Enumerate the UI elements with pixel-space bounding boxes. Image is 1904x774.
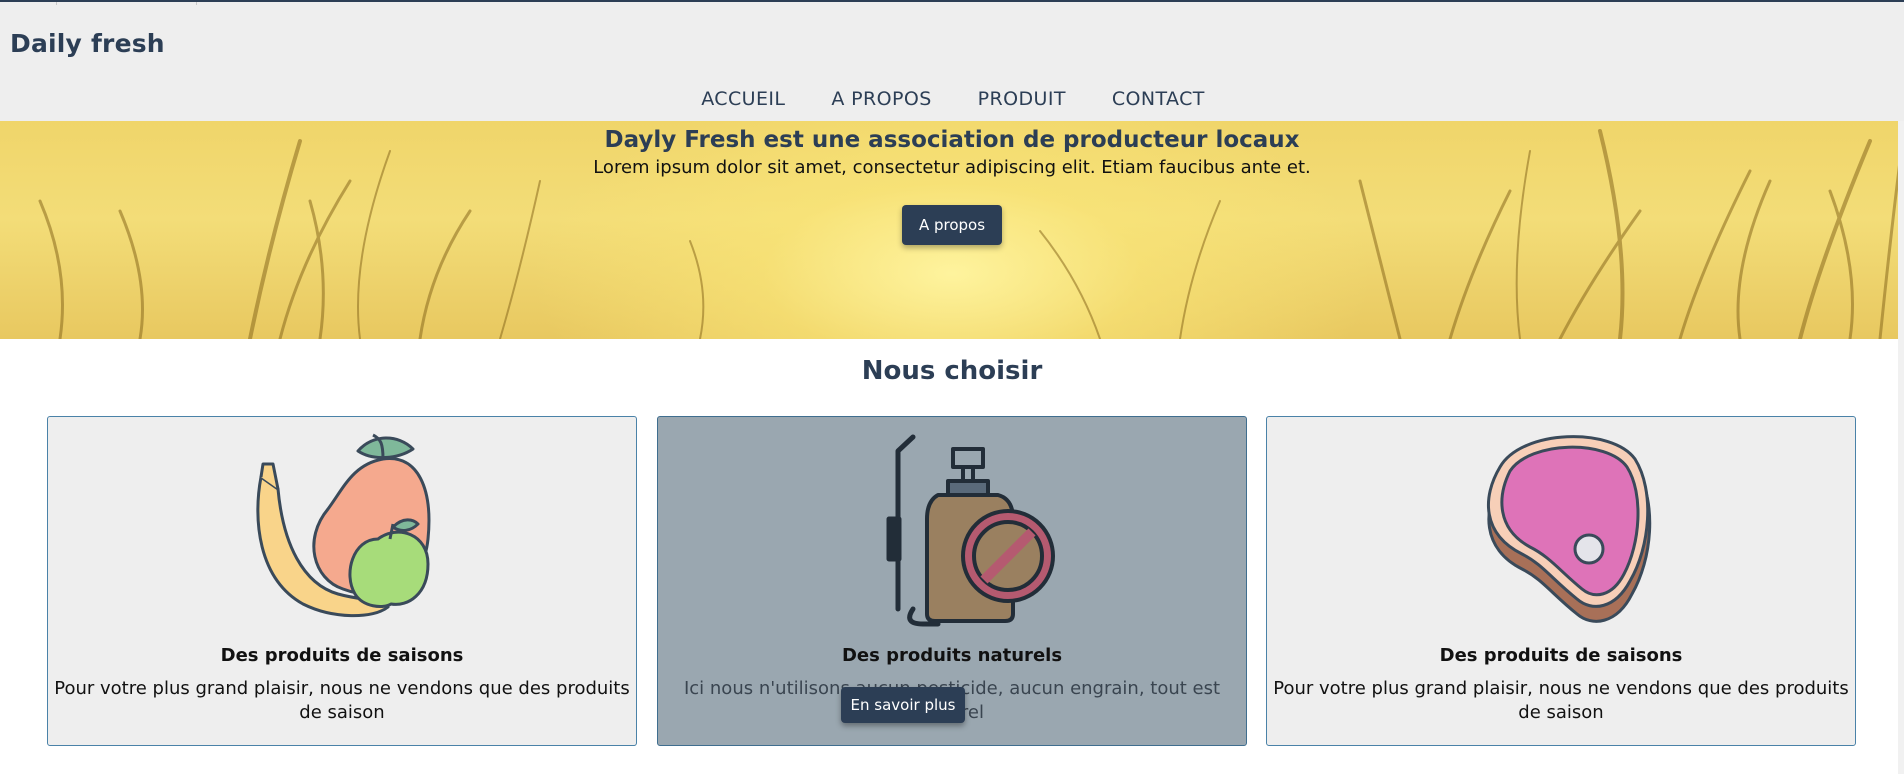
browser-tab-strip — [0, 2, 200, 5]
en-savoir-plus-button[interactable]: En savoir plus — [841, 687, 965, 723]
hero-banner: Dayly Fresh est une association de produ… — [0, 121, 1904, 339]
nav-link-produit[interactable]: PRODUIT — [978, 88, 1066, 110]
site-logo[interactable]: Daily fresh — [10, 29, 165, 58]
main-nav: ACCUEIL A PROPOS PRODUIT CONTACT — [0, 88, 1904, 110]
hero-title: Dayly Fresh est une association de produ… — [604, 127, 1300, 153]
site-header: Daily fresh ACCUEIL A PROPOS PRODUIT CON… — [0, 0, 1904, 121]
card-text: Pour votre plus grand plaisir, nous ne v… — [1273, 678, 1849, 723]
nav-link-accueil[interactable]: ACCUEIL — [701, 88, 785, 110]
card-text: Pour votre plus grand plaisir, nous ne v… — [54, 678, 630, 723]
feature-card-seasonal[interactable]: Des produits de saisons Pour votre plus … — [47, 416, 637, 746]
nav-link-a-propos[interactable]: A PROPOS — [831, 88, 931, 110]
feature-card-meat[interactable]: Des produits de saisons Pour votre plus … — [1266, 416, 1856, 746]
fruits-icon — [256, 433, 431, 618]
hero-subtitle: Lorem ipsum dolor sit amet, consectetur … — [593, 157, 1311, 178]
card-title: Des produits naturels — [841, 645, 1063, 666]
a-propos-button[interactable]: A propos — [902, 205, 1002, 245]
meat-steak-icon — [1487, 435, 1652, 623]
card-title: Des produits de saisons — [1439, 645, 1683, 666]
no-pesticide-icon — [886, 434, 1055, 627]
nav-link-contact[interactable]: CONTACT — [1112, 88, 1205, 110]
card-title: Des produits de saisons — [220, 645, 464, 666]
page-scrollbar[interactable] — [1898, 121, 1904, 774]
section-title: Nous choisir — [861, 356, 1043, 386]
feature-card-natural[interactable]: Des produits naturels Ici nous n'utiliso… — [657, 416, 1247, 746]
